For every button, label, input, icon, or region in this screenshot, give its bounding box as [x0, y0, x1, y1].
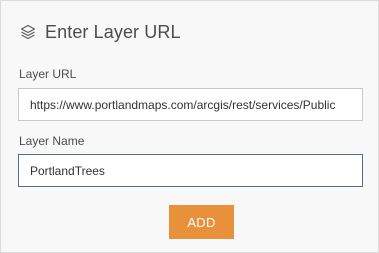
- layer-name-label: Layer Name: [19, 134, 85, 148]
- layer-name-input[interactable]: [18, 154, 363, 187]
- panel-title: Enter Layer URL: [45, 21, 181, 42]
- enter-layer-url-panel: Enter Layer URL Layer URL Layer Name ADD: [0, 0, 379, 253]
- add-button[interactable]: ADD: [169, 205, 234, 239]
- layer-url-label: Layer URL: [19, 67, 77, 81]
- panel-header: Enter Layer URL: [19, 20, 181, 44]
- layer-url-input[interactable]: [18, 88, 363, 121]
- layers-icon: [19, 23, 37, 41]
